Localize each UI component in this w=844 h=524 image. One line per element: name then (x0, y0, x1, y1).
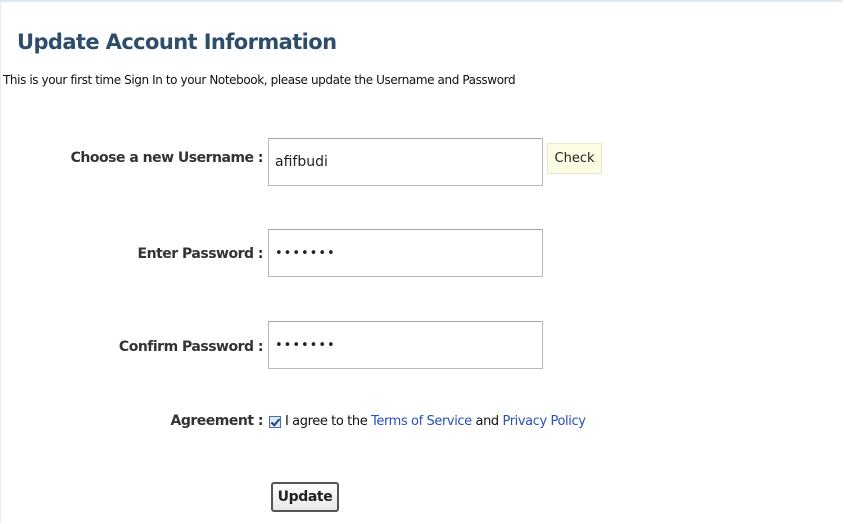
password-input[interactable] (268, 229, 543, 277)
username-input[interactable] (268, 138, 543, 186)
update-button[interactable]: Update (271, 482, 339, 512)
agreement-checkbox[interactable] (269, 416, 281, 428)
privacy-policy-link[interactable]: Privacy Policy (503, 414, 586, 429)
password-label: Enter Password : (137, 246, 264, 262)
confirm-password-input[interactable] (268, 321, 543, 369)
agreement-text-and: and (471, 414, 503, 429)
page-subtitle: This is your first time Sign In to your … (3, 73, 516, 87)
confirm-password-label: Confirm Password : (118, 339, 264, 355)
check-username-button[interactable]: Check (547, 143, 602, 174)
update-account-panel: Update Account Information This is your … (0, 0, 842, 522)
agreement-label: Agreement : (170, 413, 264, 429)
agreement-text: I agree to the Terms of Service and Priv… (285, 414, 586, 429)
username-label: Choose a new Username : (70, 150, 264, 166)
agreement-text-before: I agree to the (285, 414, 372, 429)
terms-of-service-link[interactable]: Terms of Service (371, 414, 472, 429)
page-title: Update Account Information (17, 30, 337, 54)
